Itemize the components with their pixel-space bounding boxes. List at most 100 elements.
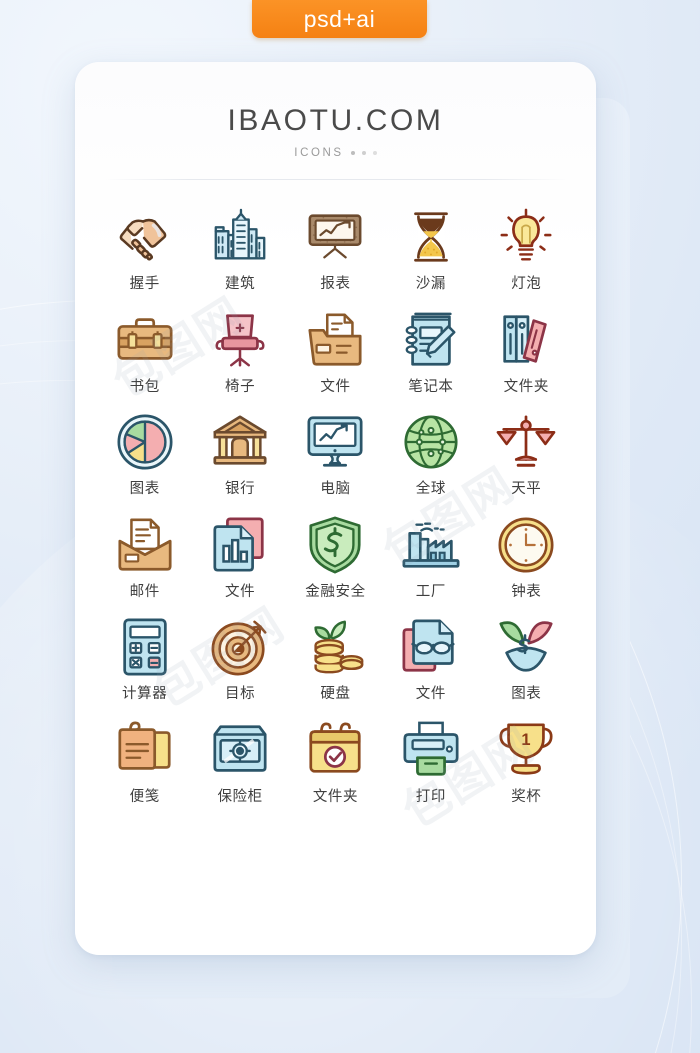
icon-label: 图表: [129, 481, 160, 497]
presentation-board-icon: [309, 214, 362, 259]
lightbulb-icon: [500, 208, 552, 261]
hourglass-icon: [414, 212, 448, 262]
icon-set-card: IBAOTU.COM ICONS 握手 建筑 报表 沙漏 灯泡 书包 椅子 文件…: [75, 62, 596, 955]
icon-label: 金融安全: [305, 583, 366, 600]
icon-label: 电脑: [320, 481, 351, 497]
icon-label: 文件: [224, 583, 256, 600]
icon-label: 全球: [415, 481, 446, 497]
icon-cell-trophy[interactable]: 1 奖杯: [479, 719, 574, 805]
icon-label: 硬盘: [320, 686, 351, 702]
balance-scale-icon: [496, 415, 556, 467]
dot-icon-1: [350, 151, 355, 155]
icon-label: 沙漏: [415, 276, 446, 292]
icon-cell-calculator[interactable]: 计算器: [97, 616, 192, 702]
icon-label: 文件: [320, 378, 351, 395]
icon-cell-pie-chart[interactable]: 图表: [97, 411, 192, 497]
icon-label: 计算器: [122, 686, 168, 702]
icon-cell-document[interactable]: 文件: [192, 514, 287, 600]
icon-cell-sticky-note[interactable]: 便笺: [97, 719, 192, 805]
icon-label: 便笺: [129, 788, 160, 805]
file-folder-icon: [308, 313, 363, 366]
briefcase-icon: [117, 317, 173, 360]
icon-label: 打印: [415, 788, 446, 805]
icon-label: 书包: [129, 378, 160, 395]
target-arrow-icon: [211, 620, 267, 676]
monitor-chart-icon: [307, 416, 363, 467]
icon-cell-clock[interactable]: 钟表: [479, 514, 574, 600]
icon-cell-factory[interactable]: 工厂: [383, 514, 478, 600]
icon-label: 天平: [511, 481, 542, 497]
mail-envelope-icon: [118, 518, 172, 571]
icon-cell-safe[interactable]: 保险柜: [192, 719, 287, 805]
icon-cell-calendar-check[interactable]: 文件夹: [288, 719, 383, 805]
icon-label: 灯泡: [511, 276, 542, 292]
icon-label: 目标: [224, 686, 256, 702]
icon-cell-printer[interactable]: 打印: [383, 719, 478, 805]
icon-cell-computer[interactable]: 电脑: [288, 411, 383, 497]
card-header: IBAOTU.COM ICONS: [75, 62, 596, 180]
icon-label: 文件夹: [503, 378, 549, 395]
icon-label: 椅子: [224, 378, 256, 395]
handshake-icon: [119, 218, 167, 261]
factory-icon: [402, 522, 460, 568]
coin-growth-icon: [314, 620, 364, 674]
icon-cell-report[interactable]: 报表: [288, 206, 383, 292]
dollar-shield-icon: [309, 516, 362, 573]
icon-cell-finance-security[interactable]: 金融安全: [288, 514, 383, 600]
icon-cell-globe[interactable]: 全球: [383, 411, 478, 497]
icon-cell-bank[interactable]: 银行: [192, 411, 287, 497]
icon-cell-file[interactable]: 文件: [288, 309, 383, 395]
page-title: IBAOTU.COM: [227, 104, 444, 137]
icon-label: 工厂: [415, 583, 446, 600]
icon-cell-chair[interactable]: 椅子: [192, 309, 287, 395]
notebook-pencil-icon: [405, 312, 456, 366]
icon-label: 保险柜: [217, 788, 263, 805]
icon-cell-target[interactable]: 目标: [192, 616, 287, 702]
icon-label: 钟表: [511, 583, 542, 600]
trophy-icon: 1: [499, 722, 553, 775]
icon-cell-handshake[interactable]: 握手: [97, 206, 192, 292]
building-icon: [214, 208, 266, 260]
dot-icon-3: [372, 151, 377, 155]
icon-grid: 握手 建筑 报表 沙漏 灯泡 书包 椅子 文件 笔记本 文件夹 图表 银行 电脑…: [75, 206, 596, 804]
exploded-pie-chart-icon: [499, 621, 553, 672]
page-subtitle: ICONS: [294, 147, 344, 159]
icon-cell-hourglass[interactable]: 沙漏: [383, 206, 478, 292]
bank-icon: [213, 415, 267, 465]
icon-cell-exploded-pie[interactable]: 图表: [479, 616, 574, 702]
dot-icon-2: [361, 151, 366, 155]
icon-cell-building[interactable]: 建筑: [192, 206, 287, 292]
printer-icon: [403, 721, 459, 776]
sticky-note-icon: [118, 721, 171, 770]
psd-ai-badge: psd+ai: [252, 0, 427, 38]
pie-chart-icon: [117, 414, 173, 470]
icon-label: 邮件: [129, 583, 160, 600]
icon-cell-document-glasses[interactable]: 文件: [383, 616, 478, 702]
icon-cell-coin-growth[interactable]: 硬盘: [288, 616, 383, 702]
icon-label: 文件夹: [312, 788, 359, 805]
badge-label: psd+ai: [303, 5, 376, 32]
icon-cell-mail[interactable]: 邮件: [97, 514, 192, 600]
calculator-icon: [122, 618, 167, 676]
icon-cell-lightbulb[interactable]: 灯泡: [479, 206, 574, 292]
icon-label: 握手: [129, 276, 160, 292]
icon-cell-notebook[interactable]: 笔记本: [383, 309, 478, 395]
binders-icon: [503, 314, 548, 363]
icon-cell-binders[interactable]: 文件夹: [479, 309, 574, 395]
icon-label: 报表: [320, 276, 351, 292]
icon-label: 文件: [415, 686, 446, 702]
document-glasses-icon: [402, 619, 455, 672]
icon-cell-balance[interactable]: 天平: [479, 411, 574, 497]
subtitle-row: ICONS: [75, 147, 596, 159]
icon-cell-briefcase[interactable]: 书包: [97, 309, 192, 395]
icon-label: 图表: [511, 686, 542, 702]
icon-label: 建筑: [224, 276, 256, 292]
globe-icon: [404, 415, 458, 469]
icon-label: 银行: [224, 481, 256, 497]
clock-icon: [498, 516, 554, 573]
header-divider: [104, 179, 567, 180]
office-chair-icon: [215, 313, 265, 366]
calendar-check-icon: [309, 721, 362, 773]
safe-box-icon: [213, 724, 267, 772]
icon-label: 笔记本: [408, 378, 454, 395]
